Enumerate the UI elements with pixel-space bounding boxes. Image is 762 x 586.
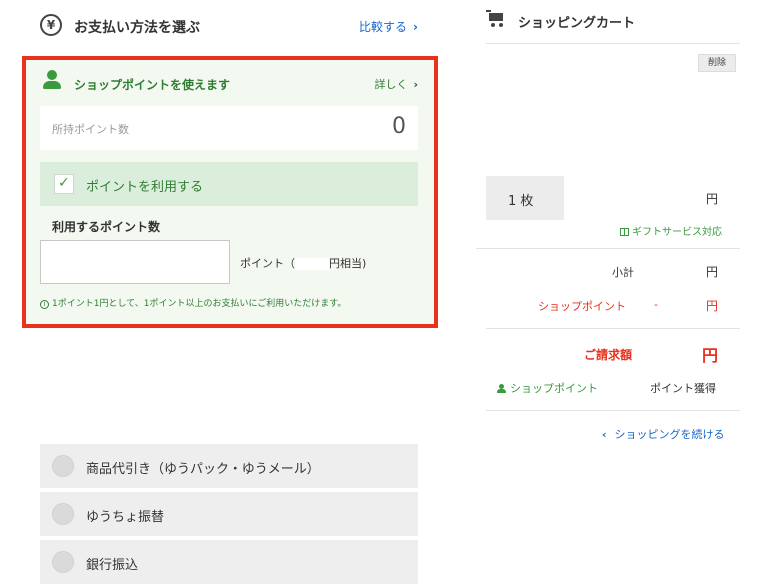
points-yen-equivalent bbox=[295, 258, 329, 270]
item-price: 円 bbox=[706, 192, 719, 206]
points-earned-text: ポイント獲得 bbox=[650, 382, 716, 395]
shop-point-discount-dash: - bbox=[654, 298, 658, 311]
gift-service-badge: ギフトサービス対応 bbox=[620, 223, 722, 238]
payment-option-bank-transfer[interactable]: 銀行振込 bbox=[40, 540, 418, 584]
delete-button[interactable]: 削除 bbox=[698, 54, 736, 72]
points-unit-text: ポイント（ 円相当) bbox=[240, 255, 366, 271]
divider bbox=[486, 410, 740, 411]
checkmark-icon: ✓ bbox=[58, 175, 70, 191]
points-note: i 1ポイント1円として、1ポイント以上のお支払いにご利用いただけます。 bbox=[40, 296, 346, 309]
continue-shopping-link[interactable]: ‹ ショッピングを続ける bbox=[602, 426, 725, 442]
compare-link-label[interactable]: 比較する bbox=[359, 20, 407, 34]
radio-button[interactable] bbox=[52, 503, 74, 525]
subtotal-value: 円 bbox=[706, 265, 719, 279]
shop-point-title: ショップポイントを使えます bbox=[74, 78, 231, 92]
owned-points-label: 所持ポイント数 bbox=[52, 123, 129, 136]
billing-amount-value: 円 bbox=[702, 346, 719, 365]
radio-button[interactable] bbox=[52, 551, 74, 573]
compare-link[interactable]: 比較する › bbox=[359, 18, 418, 35]
divider bbox=[476, 248, 740, 249]
shop-point-discount-label: ショップポイント bbox=[538, 300, 626, 313]
chevron-left-icon: ‹ bbox=[602, 428, 607, 441]
person-icon bbox=[496, 384, 506, 394]
points-amount-label: 利用するポイント数 bbox=[52, 220, 161, 234]
gift-service-label: ギフトサービス対応 bbox=[632, 227, 722, 238]
chevron-right-icon: › bbox=[413, 20, 418, 34]
detail-link[interactable]: 詳しく › bbox=[374, 76, 418, 92]
shop-point-discount-value: 円 bbox=[706, 299, 719, 313]
chevron-right-icon: › bbox=[413, 78, 418, 91]
use-points-checkbox-row[interactable]: ✓ ポイントを利用する bbox=[40, 162, 418, 206]
radio-button[interactable] bbox=[52, 455, 74, 477]
payment-method-title: お支払い方法を選ぶ bbox=[74, 20, 200, 36]
payment-option-cod[interactable]: 商品代引き（ゆうパック・ゆうメール） bbox=[40, 444, 418, 488]
owned-points-value: 0 bbox=[392, 114, 406, 139]
shop-point-header: ショップポイントを使えます 詳しく › bbox=[42, 70, 422, 94]
payment-option-label[interactable]: 銀行振込 bbox=[86, 554, 138, 573]
info-icon: i bbox=[40, 300, 49, 309]
owned-points-box: 所持ポイント数 0 bbox=[40, 106, 418, 150]
payment-option-postal-transfer[interactable]: ゆうちょ振替 bbox=[40, 492, 418, 536]
use-points-label[interactable]: ポイントを利用する bbox=[86, 176, 203, 195]
divider bbox=[486, 328, 740, 329]
use-points-checkbox[interactable]: ✓ bbox=[54, 174, 74, 194]
points-unit-suffix: 円相当) bbox=[329, 257, 367, 270]
person-icon bbox=[42, 70, 62, 90]
subtotal-label: 小計 bbox=[612, 266, 634, 279]
points-unit-prefix: ポイント（ bbox=[240, 257, 295, 270]
detail-link-label[interactable]: 詳しく bbox=[374, 78, 407, 91]
points-note-text: 1ポイント1円として、1ポイント以上のお支払いにご利用いただけます。 bbox=[52, 299, 347, 309]
payment-method-header: ¥ お支払い方法を選ぶ 比較する › bbox=[40, 14, 420, 40]
earned-points-row: ショップポイント bbox=[496, 380, 598, 396]
payment-option-label[interactable]: 商品代引き（ゆうパック・ゆうメール） bbox=[86, 458, 320, 477]
quantity-value: 1 枚 bbox=[508, 194, 534, 209]
payment-option-label[interactable]: ゆうちょ振替 bbox=[86, 506, 164, 525]
quantity-box[interactable]: 1 枚 bbox=[486, 176, 564, 220]
cart-icon bbox=[486, 10, 506, 28]
points-amount-input[interactable] bbox=[40, 240, 230, 284]
cart-title: ショッピングカート bbox=[518, 16, 636, 31]
yen-icon: ¥ bbox=[40, 14, 62, 36]
gift-icon bbox=[620, 228, 629, 236]
continue-shopping-label[interactable]: ショッピングを続ける bbox=[615, 428, 725, 441]
cart-header: ショッピングカート bbox=[486, 8, 740, 44]
earned-points-label: ショップポイント bbox=[510, 382, 598, 395]
billing-amount-label: ご請求額 bbox=[584, 348, 633, 362]
